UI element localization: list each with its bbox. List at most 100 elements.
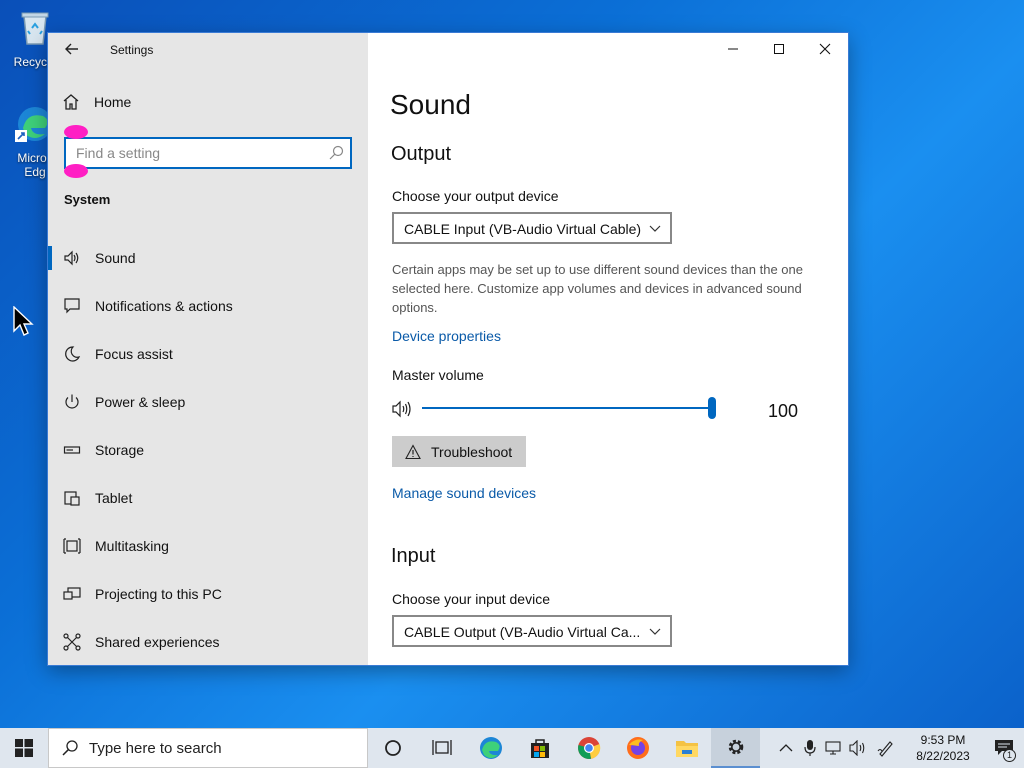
- search-input[interactable]: [76, 145, 316, 161]
- taskbar-file-explorer[interactable]: [662, 728, 711, 768]
- page-title: Sound: [390, 89, 471, 120]
- projecting-icon: [63, 587, 81, 600]
- input-device-label: Choose your input device: [392, 591, 550, 607]
- sidebar-item-power-sleep[interactable]: Power & sleep: [48, 378, 368, 426]
- action-center-button[interactable]: 1: [984, 728, 1024, 768]
- clock-time: 9:53 PM: [920, 733, 966, 747]
- sidebar-item-label: Sound: [95, 250, 136, 266]
- taskbar: Type here to search 9:53 PM 8/22/2023 1: [0, 728, 1024, 768]
- sidebar-item-label: Projecting to this PC: [95, 586, 222, 602]
- tray-overflow-button[interactable]: [774, 728, 798, 768]
- sidebar-group-label: System: [64, 192, 111, 207]
- sidebar-item-storage[interactable]: Storage: [48, 426, 368, 474]
- sidebar-item-label: Power & sleep: [95, 394, 186, 410]
- taskbar-clock[interactable]: 9:53 PM 8/22/2023: [908, 732, 978, 764]
- minimize-icon: [728, 48, 738, 50]
- minimize-button[interactable]: [710, 33, 756, 65]
- network-icon: [825, 741, 841, 755]
- edge-icon: [479, 737, 502, 759]
- sidebar-item-home[interactable]: Home: [62, 93, 131, 111]
- sidebar-item-label: Focus assist: [95, 346, 173, 362]
- multitasking-icon: [63, 538, 81, 554]
- home-label: Home: [94, 94, 132, 110]
- sidebar-item-label: Multitasking: [95, 538, 169, 554]
- windows-logo-icon: [15, 739, 33, 757]
- chevron-up-icon: [779, 744, 793, 752]
- slider-thumb[interactable]: [708, 397, 716, 419]
- output-description: Certain apps may be set up to use differ…: [392, 262, 803, 315]
- manage-sound-devices-link[interactable]: Manage sound devices: [392, 485, 536, 501]
- store-icon: [530, 739, 549, 758]
- volume-value: 100: [768, 401, 799, 421]
- chrome-icon: [577, 737, 600, 759]
- sidebar-nav: Sound Notifications & actions Focus assi…: [48, 234, 368, 665]
- input-heading: Input: [391, 545, 436, 567]
- taskbar-search[interactable]: Type here to search: [48, 728, 368, 768]
- gear-icon: [728, 739, 743, 755]
- task-view-icon: [431, 740, 452, 755]
- input-device-dropdown[interactable]: CABLE Output (VB-Audio Virtual Ca...: [392, 615, 672, 647]
- back-arrow-icon[interactable]: [62, 39, 82, 59]
- speaker-icon: [64, 250, 79, 266]
- troubleshoot-label: Troubleshoot: [431, 443, 513, 460]
- tray-microphone[interactable]: [798, 728, 822, 768]
- output-device-value: CABLE Input (VB-Audio Virtual Cable): [404, 221, 642, 237]
- search-box[interactable]: [64, 137, 352, 169]
- tray-pen[interactable]: [870, 728, 902, 768]
- search-icon: [62, 740, 78, 756]
- device-properties-link[interactable]: Device properties: [392, 328, 501, 344]
- sidebar-item-label: Notifications & actions: [95, 298, 233, 314]
- close-button[interactable]: [802, 33, 848, 65]
- task-view-button[interactable]: [417, 728, 466, 768]
- window-title: Settings: [110, 43, 154, 57]
- input-device-value: CABLE Output (VB-Audio Virtual Ca...: [404, 624, 641, 640]
- window-controls: [710, 33, 848, 65]
- tray-volume[interactable]: [846, 728, 870, 768]
- taskbar-edge[interactable]: [466, 728, 515, 768]
- content-pane: Sound Output Choose your output device C…: [368, 33, 848, 665]
- cortana-button[interactable]: [368, 728, 417, 768]
- maximize-button[interactable]: [756, 33, 802, 65]
- sidebar-item-shared-experiences[interactable]: Shared experiences: [48, 618, 368, 665]
- tablet-icon: [64, 491, 80, 506]
- taskbar-firefox[interactable]: [613, 728, 662, 768]
- warning-icon: [405, 443, 421, 459]
- output-device-dropdown[interactable]: CABLE Input (VB-Audio Virtual Cable): [392, 212, 672, 244]
- sidebar-item-label: Shared experiences: [95, 634, 220, 650]
- taskbar-search-placeholder: Type here to search: [89, 739, 222, 757]
- mouse-cursor-icon: [13, 306, 34, 336]
- maximize-icon: [774, 44, 784, 54]
- taskbar-settings[interactable]: [711, 728, 760, 768]
- output-heading: Output: [391, 143, 452, 165]
- close-icon: [819, 43, 831, 55]
- shared-icon: [63, 633, 81, 651]
- chevron-down-icon: [649, 225, 661, 232]
- search-icon[interactable]: [328, 145, 344, 161]
- annotation-marker-top: [64, 125, 88, 139]
- slider-track[interactable]: [422, 407, 716, 409]
- sidebar-item-label: Storage: [95, 442, 145, 458]
- troubleshoot-button[interactable]: Troubleshoot: [392, 436, 526, 467]
- home-icon: [63, 94, 79, 110]
- sidebar-item-notifications[interactable]: Notifications & actions: [48, 282, 368, 330]
- master-volume-slider[interactable]: [392, 395, 812, 425]
- cortana-icon: [384, 740, 401, 756]
- tray-network[interactable]: [822, 728, 846, 768]
- sidebar-item-multitasking[interactable]: Multitasking: [48, 522, 368, 570]
- moon-icon: [65, 346, 81, 362]
- sidebar-item-tablet[interactable]: Tablet: [48, 474, 368, 522]
- firefox-icon: [626, 737, 649, 759]
- sidebar-item-sound[interactable]: Sound: [48, 234, 368, 282]
- pen-icon: [877, 741, 893, 757]
- master-volume-label: Master volume: [392, 367, 484, 383]
- volume-icon: [849, 740, 865, 756]
- power-icon: [65, 394, 79, 409]
- start-button[interactable]: [0, 728, 48, 768]
- system-tray: 9:53 PM 8/22/2023 1: [774, 728, 1024, 768]
- sidebar: Settings Home System Sound: [48, 33, 368, 665]
- sidebar-item-projecting[interactable]: Projecting to this PC: [48, 570, 368, 618]
- sidebar-item-focus-assist[interactable]: Focus assist: [48, 330, 368, 378]
- clock-date: 8/22/2023: [916, 749, 970, 763]
- taskbar-chrome[interactable]: [564, 728, 613, 768]
- taskbar-store[interactable]: [515, 728, 564, 768]
